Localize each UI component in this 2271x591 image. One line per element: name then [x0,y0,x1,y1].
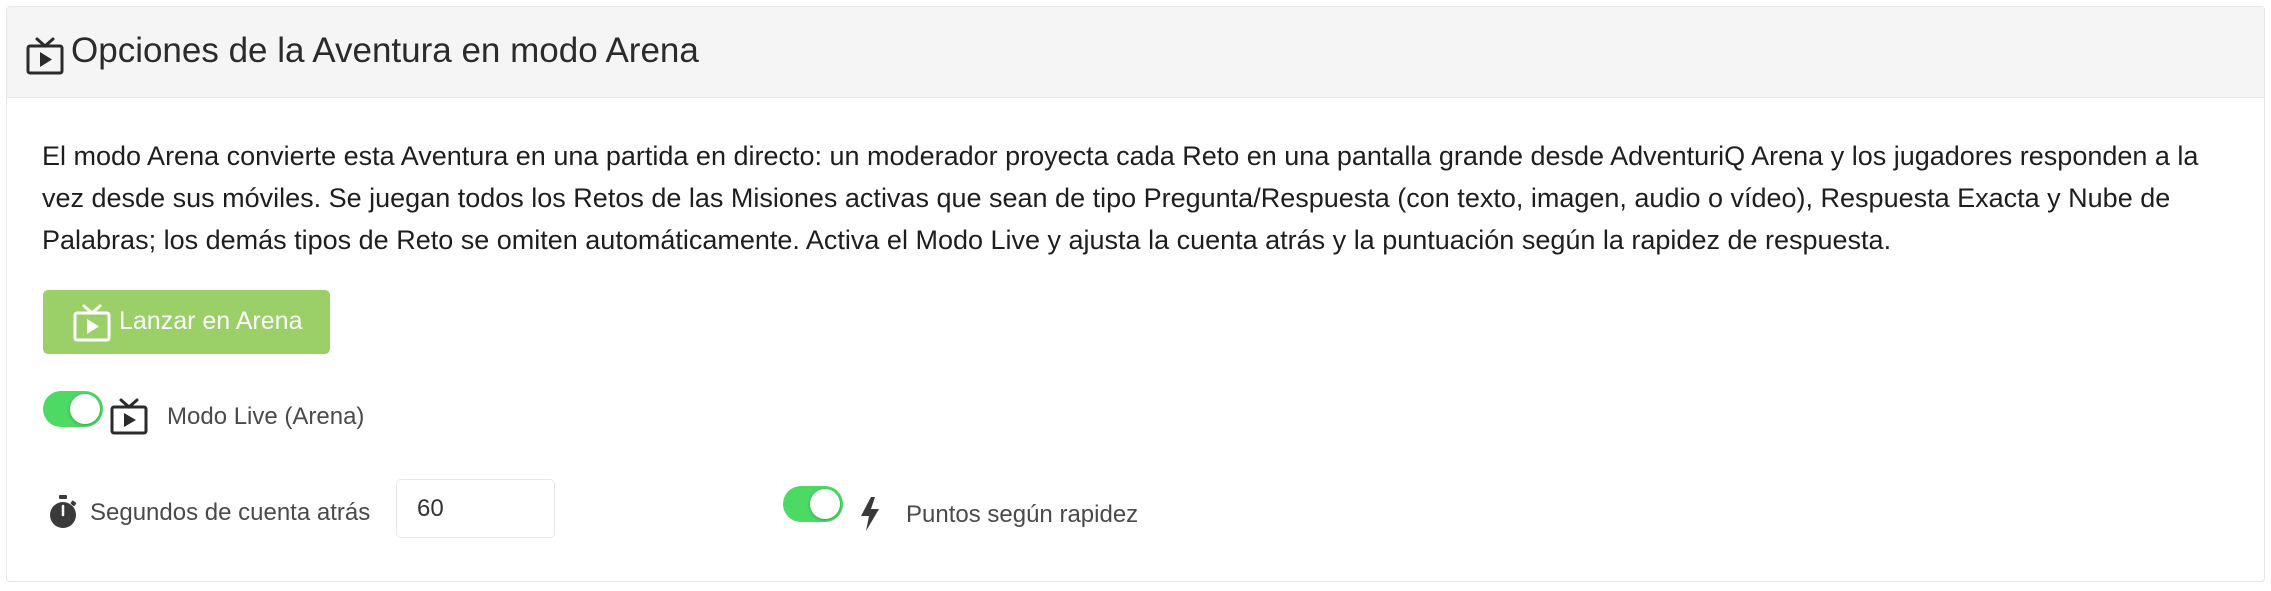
speed-points-label: Puntos según rapidez [906,501,1139,528]
tv-play-icon [110,398,148,435]
arena-description: El modo Arena convierte esta Aventura en… [42,141,2199,255]
countdown-seconds-label: Segundos de cuenta atrás [90,499,371,526]
live-mode-toggle[interactable] [43,391,103,427]
countdown-seconds-input[interactable] [396,479,555,538]
launch-arena-label: Lanzar en Arena [119,307,303,335]
speed-points-toggle[interactable] [783,486,843,522]
tv-play-icon [73,304,111,342]
card-title: Opciones de la Aventura en modo Arena [71,31,699,70]
bolt-icon [861,497,879,531]
live-mode-label: Modo Live (Arena) [167,403,365,430]
toggle-knob [70,394,100,424]
arena-options-card: Opciones de la Aventura en modo Arena El… [6,6,2265,582]
tv-play-icon [26,37,64,75]
card-header: Opciones de la Aventura en modo Arena [7,7,2264,98]
launch-arena-button[interactable]: Lanzar en Arena [43,290,330,354]
toggle-knob [810,489,840,519]
stopwatch-icon [50,495,77,528]
